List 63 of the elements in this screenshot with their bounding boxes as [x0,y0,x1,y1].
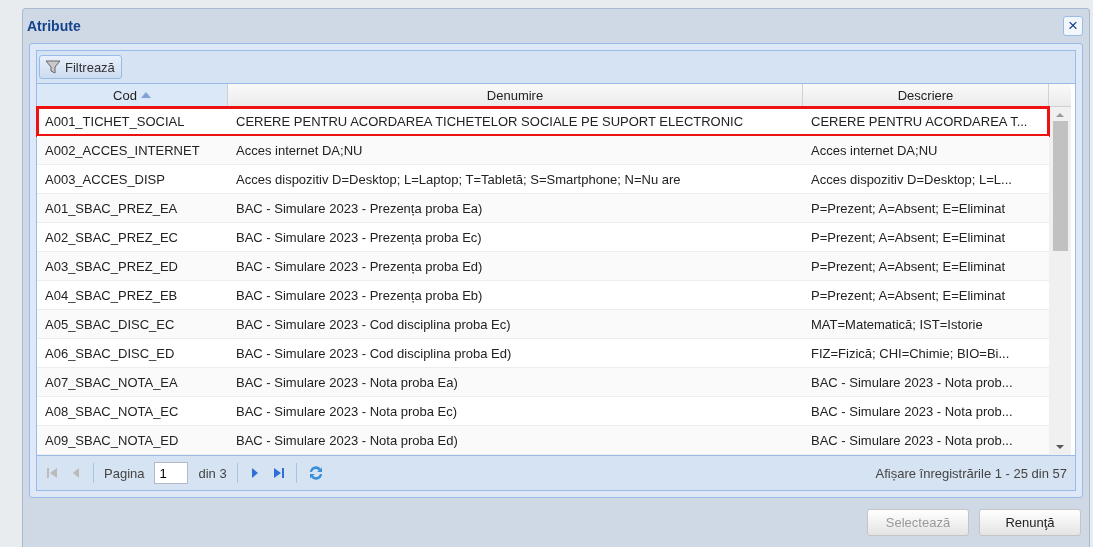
column-header[interactable]: Cod [37,84,228,107]
table-cell-text: Acces internet DA;NU [235,141,364,160]
table-cell-text: BAC - Simulare 2023 - Prezența proba Ed) [235,257,484,276]
table-row[interactable]: A05_SBAC_DISC_EC BAC - Simulare 2023 - Cod disciplina proba Ec) MAT=Matematică; IST=Istorie [37,310,1049,339]
table-cell-text: A04_SBAC_PREZ_EB [44,286,179,305]
table-cell-text: P=Prezent; A=Absent; E=Eliminat [810,228,1007,247]
first-page-button[interactable] [45,466,59,480]
table-cell-text: BAC - Simulare 2023 - Cod disciplina proba Ec) [235,315,512,334]
table-cell-text: CERERE PENTRU ACORDAREA T... [810,112,1029,131]
table-cell-text: BAC - Simulare 2023 - Nota proba Ea) [235,373,459,392]
column-header[interactable]: Descriere [803,84,1049,107]
table-row[interactable]: A03_SBAC_PREZ_ED BAC - Simulare 2023 - Prezența proba Ed) P=Prezent; A=Absent; E=Eliminat [37,252,1049,281]
page-label: Pagina [104,465,145,481]
table-cell-text: MAT=Matematică; IST=Istorie [810,315,984,334]
table-cell-text: BAC - Simulare 2023 - Nota proba Ed) [235,431,459,450]
last-page-icon [271,466,286,480]
table-cell-text: A06_SBAC_DISC_ED [44,344,176,363]
column-header[interactable]: Denumire [228,84,803,107]
table-cell-text: Acces dispozitiv D=Desktop; L=Laptop; T=Tabletă; S=Smartphone; N=Nu are [235,170,682,189]
table-cell-text: P=Prezent; A=Absent; E=Eliminat [810,199,1007,218]
table-cell-text: A09_SBAC_NOTA_ED [44,431,180,450]
funnel-icon [45,59,61,75]
close-button[interactable]: × [1063,16,1083,36]
table-cell-text: A08_SBAC_NOTA_EC [44,402,180,421]
scrollbar[interactable] [1049,107,1071,455]
table-cell-text: P=Prezent; A=Absent; E=Eliminat [810,257,1007,276]
last-page-button[interactable] [271,466,286,480]
table-cell-text: BAC - Simulare 2023 - Nota proba Ec) [235,402,459,421]
table-cell-text: BAC - Simulare 2023 - Nota prob... [810,402,1014,421]
table-row[interactable]: A07_SBAC_NOTA_EA BAC - Simulare 2023 - Nota proba Ea) BAC - Simulare 2023 - Nota prob... [37,368,1049,397]
table-cell-text: Acces dispozitiv D=Desktop; L=L... [810,170,1013,189]
table-cell-text: BAC - Simulare 2023 - Nota prob... [810,431,1014,450]
table-cell-text: BAC - Simulare 2023 - Prezența proba Ec) [235,228,483,247]
record-summary: Afișare înregistrările 1 - 25 din 57 [875,465,1067,481]
dialog-button[interactable]: Renunţă [979,509,1081,536]
table-row[interactable]: A01_SBAC_PREZ_EA BAC - Simulare 2023 - Prezența proba Ea) P=Prezent; A=Absent; E=Eliminat [37,194,1049,223]
table-cell-text: A002_ACCES_INTERNET [44,141,201,160]
table-cell-text: CERERE PENTRU ACORDAREA TICHETELOR SOCIALE PE SUPORT ELECTRONIC [235,112,745,131]
header-filler [1049,84,1071,107]
table-cell-text: A05_SBAC_DISC_EC [44,315,176,334]
table-cell-text: A001_TICHET_SOCIAL [44,112,186,131]
table-cell-text: BAC - Simulare 2023 - Prezența proba Ea) [235,199,484,218]
first-page-icon [45,466,59,480]
table-cell-text: P=Prezent; A=Absent; E=Eliminat [810,286,1007,305]
table-cell-text: BAC - Simulare 2023 - Cod disciplina proba Ed) [235,344,513,363]
page-total: din 3 [198,465,227,481]
page-input[interactable]: 1 [154,462,189,484]
table-cell-text: FIZ=Fizică; CHI=Chimie; BIO=Bi... [810,344,1011,363]
table-cell-text: A07_SBAC_NOTA_EA [44,373,179,392]
table-cell-text: A01_SBAC_PREZ_EA [44,199,179,218]
window-title: Atribute [27,18,81,34]
table-cell-text: Acces internet DA;NU [810,141,939,160]
table-cell-text: A02_SBAC_PREZ_EC [44,228,179,247]
table-cell-text: BAC - Simulare 2023 - Prezența proba Eb) [235,286,484,305]
sort-up-icon [140,92,151,98]
table-row[interactable]: A001_TICHET_SOCIAL CERERE PENTRU ACORDAREA TICHETELOR SOCIALE PE SUPORT ELECTRONIC CERERE PENTRU ACORDAREA T... [37,107,1049,136]
table-cell-text: BAC - Simulare 2023 - Nota prob... [810,373,1014,392]
table-row[interactable]: A09_SBAC_NOTA_ED BAC - Simulare 2023 - Nota proba Ed) BAC - Simulare 2023 - Nota prob... [37,426,1049,455]
filter-button[interactable]: Filtrează [39,55,122,79]
table-row[interactable]: A002_ACCES_INTERNET Acces internet DA;NU Acces internet DA;NU [37,136,1049,165]
scroll-thumb[interactable] [1052,121,1068,251]
table-cell-text: A003_ACCES_DISP [44,170,166,189]
table-cell-text: A03_SBAC_PREZ_ED [44,257,179,276]
